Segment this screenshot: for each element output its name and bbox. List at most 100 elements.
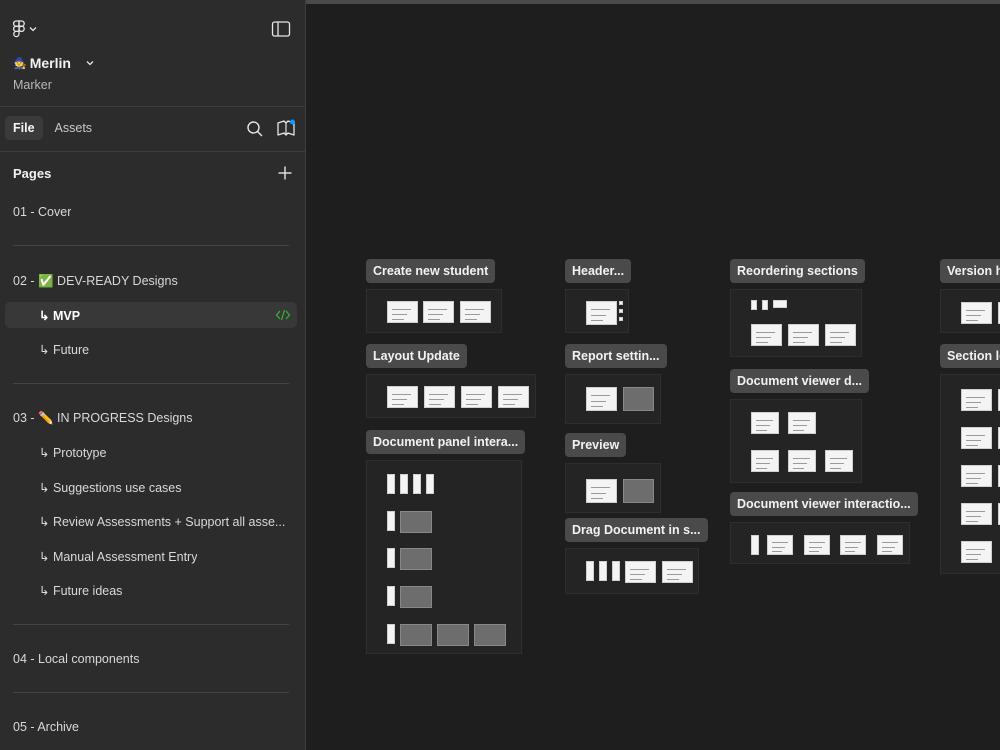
main-menu-button[interactable] bbox=[13, 20, 37, 38]
frame-thumbnail[interactable] bbox=[751, 450, 779, 472]
frame-thumbnail[interactable] bbox=[586, 387, 617, 411]
section-label[interactable]: Layout Update bbox=[366, 344, 467, 368]
section-label[interactable]: Document panel intera... bbox=[366, 430, 526, 454]
page-item[interactable]: ↳ Future bbox=[5, 336, 297, 362]
frame-thumbnail[interactable] bbox=[751, 535, 759, 555]
frame-thumbnail[interactable] bbox=[387, 301, 418, 323]
frame-thumbnail[interactable] bbox=[961, 389, 992, 411]
frame-thumbnail[interactable] bbox=[586, 561, 594, 581]
frame-thumbnail[interactable] bbox=[423, 301, 454, 323]
frame-thumbnail[interactable] bbox=[413, 474, 421, 494]
frame-thumbnail[interactable] bbox=[751, 412, 779, 434]
frame-thumbnail[interactable] bbox=[961, 427, 992, 449]
project-switcher[interactable]: 🧙 Merlin bbox=[13, 55, 94, 71]
section-label[interactable]: Header... bbox=[565, 259, 632, 283]
frame-content-line bbox=[392, 394, 412, 395]
frame-thumbnail[interactable] bbox=[762, 300, 768, 310]
frame-content-line bbox=[808, 551, 819, 552]
page-item[interactable]: ↳ Prototype bbox=[5, 439, 297, 465]
frame-thumbnail[interactable] bbox=[400, 586, 432, 608]
frame-thumbnail[interactable] bbox=[877, 535, 903, 555]
page-item-selected[interactable]: ↳ MVP bbox=[5, 302, 297, 328]
frame-thumbnail[interactable] bbox=[619, 317, 623, 321]
frame-thumbnail[interactable] bbox=[961, 541, 992, 563]
sidebar-toggle-icon[interactable] bbox=[271, 20, 291, 38]
frame-content-line bbox=[392, 404, 405, 405]
section-label[interactable]: Version h bbox=[940, 259, 1000, 283]
frame-thumbnail[interactable] bbox=[387, 548, 395, 568]
frame-thumbnail[interactable] bbox=[625, 561, 656, 583]
frame-thumbnail[interactable] bbox=[586, 301, 617, 325]
page-item[interactable]: ↳ Suggestions use cases bbox=[5, 474, 297, 500]
frame-thumbnail[interactable] bbox=[387, 624, 395, 644]
frame-thumbnail[interactable] bbox=[773, 300, 787, 308]
frame-thumbnail[interactable] bbox=[498, 386, 529, 408]
page-item[interactable]: ↳ Future ideas bbox=[5, 577, 297, 603]
frame-thumbnail[interactable] bbox=[424, 386, 455, 408]
frame-content-line bbox=[503, 399, 519, 400]
frame-thumbnail[interactable] bbox=[623, 479, 654, 503]
tab-assets[interactable]: Assets bbox=[47, 116, 101, 140]
frame-thumbnail[interactable] bbox=[623, 387, 654, 411]
frame-thumbnail[interactable] bbox=[387, 511, 395, 531]
section-label[interactable]: Section le bbox=[940, 344, 1000, 368]
frame-thumbnail[interactable] bbox=[586, 479, 617, 503]
frame-thumbnail[interactable] bbox=[387, 386, 418, 408]
frame-thumbnail[interactable] bbox=[400, 511, 432, 533]
frame-thumbnail[interactable] bbox=[437, 624, 469, 646]
frame-content-line bbox=[844, 551, 855, 552]
page-item[interactable]: 01 - Cover bbox=[5, 199, 297, 225]
frame-thumbnail[interactable] bbox=[400, 548, 432, 570]
section-label[interactable]: Create new student bbox=[366, 259, 496, 283]
frame-thumbnail[interactable] bbox=[619, 309, 623, 313]
frame-content-line bbox=[466, 404, 479, 405]
frame-thumbnail[interactable] bbox=[400, 624, 432, 646]
design-canvas[interactable]: Create new student Layout Update Documen… bbox=[306, 4, 1000, 750]
page-item[interactable]: 02 - ✅ DEV-READY Designs bbox=[5, 268, 297, 294]
library-icon[interactable] bbox=[276, 119, 296, 137]
frame-thumbnail[interactable] bbox=[788, 450, 816, 472]
frame-thumbnail[interactable] bbox=[619, 301, 623, 305]
frame-thumbnail[interactable] bbox=[387, 586, 395, 606]
page-item[interactable]: ↳ Manual Assessment Entry bbox=[5, 543, 297, 569]
frame-thumbnail[interactable] bbox=[961, 503, 992, 525]
frame-thumbnail[interactable] bbox=[612, 561, 620, 581]
plus-icon[interactable] bbox=[276, 164, 294, 182]
frame-thumbnail[interactable] bbox=[474, 624, 506, 646]
frame-thumbnail[interactable] bbox=[751, 324, 782, 346]
frame-thumbnail[interactable] bbox=[825, 450, 853, 472]
frame-thumbnail[interactable] bbox=[825, 324, 856, 346]
tab-file[interactable]: File bbox=[5, 116, 43, 140]
frame-thumbnail[interactable] bbox=[961, 302, 992, 324]
frame-thumbnail[interactable] bbox=[662, 561, 693, 583]
page-item[interactable]: ↳ Review Assessments + Support all asse.… bbox=[5, 508, 297, 534]
frame-content-line bbox=[792, 420, 810, 421]
section-body bbox=[940, 374, 1000, 574]
section-label[interactable]: Document viewer interactio... bbox=[730, 492, 918, 516]
section-label[interactable]: Drag Document in s... bbox=[565, 518, 708, 542]
section-label[interactable]: Report settin... bbox=[565, 344, 667, 368]
frame-content-line bbox=[966, 315, 982, 316]
section-label[interactable]: Preview bbox=[565, 433, 627, 457]
page-item[interactable]: 03 - ✏️ IN PROGRESS Designs bbox=[5, 405, 297, 431]
frame-thumbnail[interactable] bbox=[788, 412, 816, 434]
frame-thumbnail[interactable] bbox=[461, 386, 492, 408]
section-label[interactable]: Document viewer d... bbox=[730, 369, 870, 393]
frame-thumbnail[interactable] bbox=[840, 535, 866, 555]
frame-thumbnail[interactable] bbox=[599, 561, 607, 581]
page-item[interactable]: 04 - Local components bbox=[5, 646, 297, 672]
page-item[interactable]: 05 - Archive bbox=[5, 714, 297, 740]
section-body bbox=[730, 399, 862, 483]
section-label[interactable]: Reordering sections bbox=[730, 259, 865, 283]
frame-thumbnail[interactable] bbox=[788, 324, 819, 346]
frame-thumbnail[interactable] bbox=[426, 474, 434, 494]
frame-thumbnail[interactable] bbox=[961, 465, 992, 487]
frame-content-line bbox=[755, 425, 770, 426]
frame-thumbnail[interactable] bbox=[400, 474, 408, 494]
frame-thumbnail[interactable] bbox=[460, 301, 491, 323]
frame-thumbnail[interactable] bbox=[804, 535, 830, 555]
search-icon[interactable] bbox=[246, 120, 264, 138]
frame-thumbnail[interactable] bbox=[767, 535, 793, 555]
frame-thumbnail[interactable] bbox=[751, 300, 757, 310]
frame-thumbnail[interactable] bbox=[387, 474, 395, 494]
